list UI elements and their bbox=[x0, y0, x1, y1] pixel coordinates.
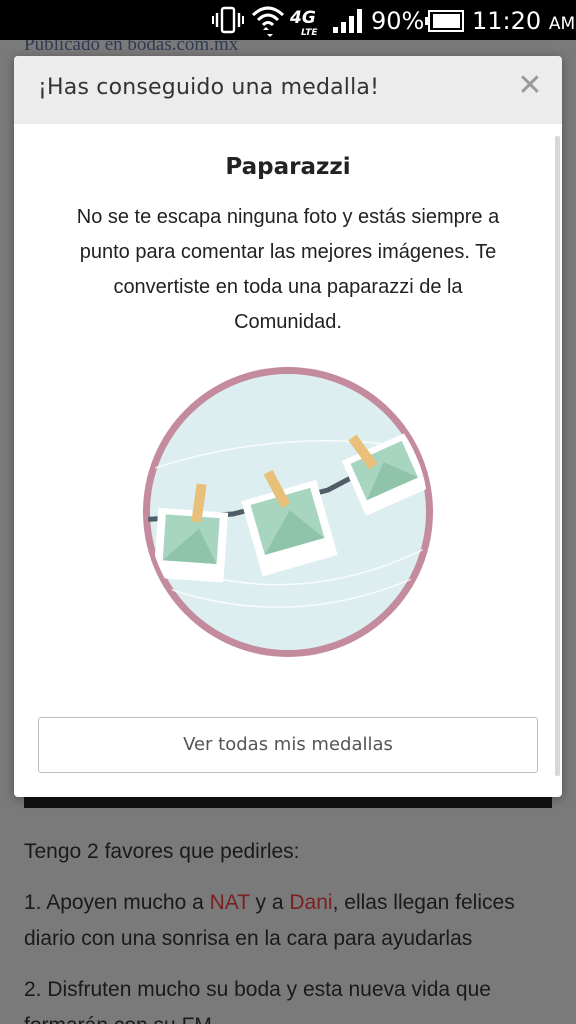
battery-icon bbox=[425, 10, 464, 32]
svg-text:LTE: LTE bbox=[301, 28, 318, 37]
lte-icon: 4G LTE bbox=[290, 8, 318, 37]
view-all-medals-button[interactable]: Ver todas mis medallas bbox=[38, 717, 538, 773]
medal-modal: ¡Has conseguido una medalla! ✕ Paparazzi… bbox=[14, 56, 562, 797]
item-1-mid: y a bbox=[249, 891, 290, 914]
clock-ampm: AM bbox=[548, 14, 576, 34]
close-icon: ✕ bbox=[517, 68, 543, 103]
modal-title: ¡Has conseguido una medalla! bbox=[38, 75, 380, 100]
source-caption: Publicado en bodas.com.mx bbox=[24, 40, 239, 55]
svg-text:4G: 4G bbox=[290, 8, 316, 28]
modal-scrollbar[interactable] bbox=[555, 136, 560, 776]
modal-body: Paparazzi No se te escapa ninguna foto y… bbox=[14, 124, 562, 797]
wifi-icon bbox=[251, 6, 285, 37]
medal-name: Paparazzi bbox=[225, 154, 351, 180]
modal-header: ¡Has conseguido una medalla! ✕ bbox=[14, 56, 562, 124]
medal-description: No se te escapa ninguna foto y estás sie… bbox=[76, 206, 500, 333]
signal-icon bbox=[333, 9, 362, 33]
post-list-item-2: 2. Disfruten mucho su boda y esta nueva … bbox=[24, 978, 491, 1024]
clock-time: 11:20 bbox=[472, 7, 542, 35]
status-bar: 4G LTE 90% 11:20 AM bbox=[0, 0, 576, 40]
item-1-prefix: 1. Apoyen mucho a bbox=[24, 891, 210, 914]
dani-link[interactable]: Dani bbox=[289, 891, 332, 914]
battery-percent: 90% bbox=[371, 7, 425, 35]
post-paragraph: Tengo 2 favores que pedirles: bbox=[24, 840, 300, 863]
vibrate-icon bbox=[212, 6, 244, 34]
close-button[interactable]: ✕ bbox=[512, 68, 548, 104]
paparazzi-medal-icon bbox=[143, 367, 433, 657]
clock: 11:20 AM bbox=[472, 7, 575, 35]
post-list-item-1: 1. Apoyen mucho a NAT y a Dani, ellas ll… bbox=[24, 885, 554, 957]
nat-link[interactable]: NAT bbox=[210, 891, 250, 914]
